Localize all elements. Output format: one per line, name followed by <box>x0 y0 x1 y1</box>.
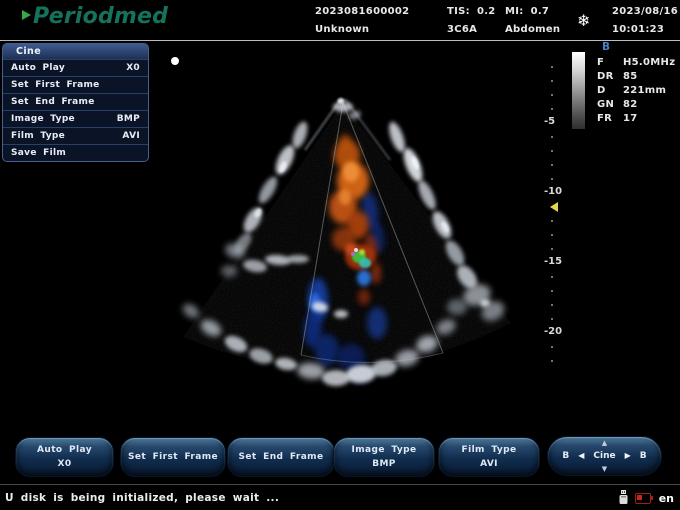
softkey-set-end-frame[interactable]: Set End Frame <box>227 437 335 477</box>
logo-text: Periodmed <box>33 4 168 29</box>
menu-item-value: BMP <box>117 114 140 124</box>
depth-label: -10 <box>544 186 562 197</box>
left-arrow-icon[interactable]: ◀ <box>578 451 584 461</box>
softkey-image-type[interactable]: Image Type BMP <box>333 437 435 477</box>
datetime-column: 2023/08/16 10:01:23 <box>612 0 678 40</box>
status-icons: en <box>618 485 674 510</box>
softkey-auto-play[interactable]: Auto Play X0 <box>15 437 114 477</box>
system-date: 2023/08/16 <box>612 6 678 17</box>
menu-item-label: Image Type <box>11 114 75 124</box>
probe-model: 3C6A <box>447 24 496 35</box>
softkey-value: X0 <box>57 459 71 469</box>
ultrasound-app-screen: Periodmed 2023081600002 Unknown TIS:0.2 … <box>0 0 680 510</box>
menu-item-label: Film Type <box>11 131 65 141</box>
depth-tick <box>551 66 553 68</box>
battery-body <box>635 493 651 504</box>
ultrasound-scan-graphic <box>155 55 545 430</box>
menu-item-label: Set End Frame <box>11 97 95 107</box>
mode-indicator: B <box>602 41 610 53</box>
softkey-film-type[interactable]: Film Type AVI <box>438 437 540 477</box>
menu-item-set-first-frame[interactable]: Set First Frame <box>3 76 148 93</box>
softkey-value: AVI <box>480 459 498 469</box>
nav-right-mode: B <box>640 451 647 461</box>
down-arrow-icon[interactable]: ▼ <box>602 466 607 472</box>
nav-pad-middle-row: B ◀ Cine ▶ B <box>562 451 646 461</box>
depth-tick <box>551 318 553 320</box>
menu-header: Cine <box>3 44 148 59</box>
softkey-label: Film Type <box>462 445 517 455</box>
depth-tick <box>551 108 553 110</box>
menu-item-label: Save Film <box>11 148 66 158</box>
depth-tick <box>551 220 553 222</box>
status-message: U disk is being initialized, please wait… <box>5 492 279 504</box>
depth-tick <box>551 304 553 306</box>
param-frame-rate: FR17 <box>597 113 675 124</box>
usb-icon <box>618 490 629 506</box>
softkey-label: Auto Play <box>37 445 92 455</box>
depth-tick <box>551 248 553 250</box>
param-dynamic-range: DR85 <box>597 71 675 82</box>
exam-id: 2023081600002 <box>315 6 409 17</box>
menu-item-label: Auto Play <box>11 63 65 73</box>
language-indicator[interactable]: en <box>659 492 674 505</box>
ultrasound-image <box>155 55 545 430</box>
battery-icon <box>635 493 653 504</box>
depth-tick <box>551 276 553 278</box>
focus-marker-icon[interactable] <box>550 202 558 212</box>
patient-info-column: 2023081600002 Unknown <box>315 0 409 40</box>
softkey-value: BMP <box>372 459 396 469</box>
right-arrow-icon[interactable]: ▶ <box>625 451 631 461</box>
softkey-set-first-frame[interactable]: Set First Frame <box>120 437 226 477</box>
status-bar: U disk is being initialized, please wait… <box>0 484 680 510</box>
menu-item-value: AVI <box>122 131 140 141</box>
depth-label: -5 <box>544 116 555 127</box>
depth-tick <box>551 178 553 180</box>
depth-tick <box>551 150 553 152</box>
param-frequency: FH5.0MHz <box>597 57 675 68</box>
up-arrow-icon[interactable]: ▲ <box>602 440 607 446</box>
menu-item-label: Set First Frame <box>11 80 100 90</box>
image-parameters: FH5.0MHz DR85 D221mm GN82 FR17 <box>597 57 675 124</box>
softkey-label: Image Type <box>352 445 417 455</box>
softkey-label: Set First Frame <box>128 452 218 462</box>
param-depth: D221mm <box>597 85 675 96</box>
menu-item-save-film[interactable]: Save Film <box>3 144 148 161</box>
softkey-label: Set End Frame <box>239 452 324 462</box>
depth-label: -20 <box>544 326 562 337</box>
depth-tick <box>551 80 553 82</box>
battery-cap <box>651 496 653 500</box>
depth-tick <box>551 136 553 138</box>
patient-name: Unknown <box>315 24 409 35</box>
depth-tick <box>551 164 553 166</box>
nav-center-label: Cine <box>593 451 615 461</box>
menu-item-image-type[interactable]: Image Type BMP <box>3 110 148 127</box>
nav-left-mode: B <box>562 451 569 461</box>
freeze-snowflake-icon: ❄ <box>577 11 590 30</box>
menu-item-auto-play[interactable]: Auto Play X0 <box>3 59 148 76</box>
cine-context-menu: Cine Auto Play X0 Set First Frame Set En… <box>2 43 149 162</box>
top-bar: Periodmed 2023081600002 Unknown TIS:0.2 … <box>0 0 680 41</box>
menu-item-film-type[interactable]: Film Type AVI <box>3 127 148 144</box>
system-time: 10:01:23 <box>612 24 678 35</box>
param-gain: GN82 <box>597 99 675 110</box>
depth-label: -15 <box>544 256 562 267</box>
brand-logo: Periodmed <box>22 4 168 36</box>
depth-tick <box>551 360 553 362</box>
depth-tick <box>551 234 553 236</box>
menu-item-set-end-frame[interactable]: Set End Frame <box>3 93 148 110</box>
tis-probe-column: TIS:0.2 3C6A <box>447 0 496 40</box>
depth-ruler: -5 -10 -15 -20 <box>544 0 574 510</box>
tis-readout: TIS:0.2 <box>447 6 496 17</box>
depth-tick <box>551 94 553 96</box>
menu-item-value: X0 <box>126 63 140 73</box>
cine-nav-pad[interactable]: ▲ B ◀ Cine ▶ B ▼ <box>547 436 662 476</box>
depth-tick <box>551 290 553 292</box>
logo-arrow-icon <box>22 10 31 20</box>
battery-fill <box>637 495 642 500</box>
depth-tick <box>551 346 553 348</box>
